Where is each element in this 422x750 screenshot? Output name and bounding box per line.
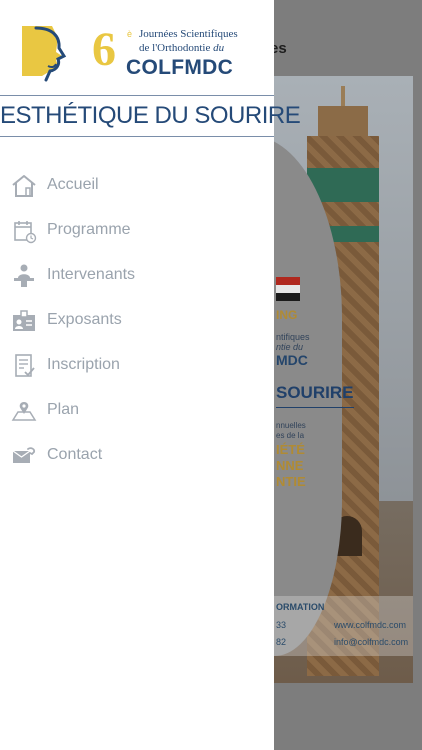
drawer-menu: Accueil Programme Intervenants Exposants…	[0, 163, 274, 478]
poster-annual-line1: nnuelles	[276, 421, 306, 430]
menu-item-intervenants[interactable]: Intervenants	[0, 253, 274, 298]
menu-item-plan[interactable]: Plan	[0, 388, 274, 433]
poster-annual-line2: es de la	[276, 431, 305, 440]
menu-label: Plan	[47, 401, 80, 418]
menu-label: Contact	[47, 446, 103, 463]
home-icon	[12, 175, 36, 197]
menu-item-accueil[interactable]: Accueil	[0, 163, 274, 208]
poster-society-line1: IÉTÉ	[276, 442, 305, 457]
poster-theme-fragment: SOURIRE	[276, 383, 354, 402]
edition-suffix: è	[127, 29, 133, 39]
menu-label: Inscription	[47, 356, 120, 373]
poster-phone1: 33	[276, 620, 287, 630]
logo-line2-prefix: de l'Orthodontie	[139, 42, 214, 54]
banner-bottom-rule	[0, 136, 274, 137]
poster-society-line2: NNE	[276, 458, 304, 473]
menu-label: Programme	[47, 221, 131, 238]
calendar-icon	[14, 221, 37, 244]
speaker-icon	[14, 264, 34, 287]
poster-brand-fragment: MDC	[276, 352, 308, 368]
side-drawer: 6 è Journées Scientifiques de l'Orthodon…	[0, 0, 301, 750]
logo-line2: de l'Orthodontie du	[139, 42, 224, 54]
poster-website: www.colfmdc.com	[334, 620, 407, 630]
registration-form-icon	[15, 354, 35, 377]
menu-item-programme[interactable]: Programme	[0, 208, 274, 253]
menu-label: Accueil	[47, 176, 99, 193]
event-logo: 6 è Journées Scientifiques de l'Orthodon…	[0, 23, 274, 87]
poster-divider	[276, 407, 354, 408]
poster-info-label: ORMATION	[276, 602, 325, 612]
logo-line2-italic: du	[213, 42, 225, 54]
exhibitor-badge-icon	[13, 310, 35, 331]
poster-society-line3: NTIE	[276, 474, 306, 489]
menu-label: Exposants	[47, 311, 122, 328]
poster-subtitle-line2: ntie du	[276, 342, 304, 352]
contact-icon	[12, 447, 36, 463]
egypt-flag-icon	[276, 277, 300, 301]
map-pin-icon	[11, 402, 37, 421]
logo-line1: Journées Scientifiques	[139, 28, 238, 40]
menu-item-exposants[interactable]: Exposants	[0, 298, 274, 343]
poster-heading-fragment: ING	[276, 308, 298, 322]
minaret-spire	[341, 86, 345, 108]
edition-number: 6	[92, 23, 116, 76]
logo-brand: COLFMDC	[126, 56, 234, 79]
menu-label: Intervenants	[47, 266, 136, 283]
poster-email: info@colfmdc.com	[334, 637, 409, 647]
poster-subtitle-line1: ntifiques	[276, 332, 310, 342]
theme-banner: ESTHÉTIQUE DU SOURIRE	[0, 102, 301, 129]
menu-item-inscription[interactable]: Inscription	[0, 343, 274, 388]
poster-phone2: 82	[276, 637, 287, 647]
smile-profile-logo-icon	[22, 26, 67, 82]
menu-item-contact[interactable]: Contact	[0, 433, 274, 478]
